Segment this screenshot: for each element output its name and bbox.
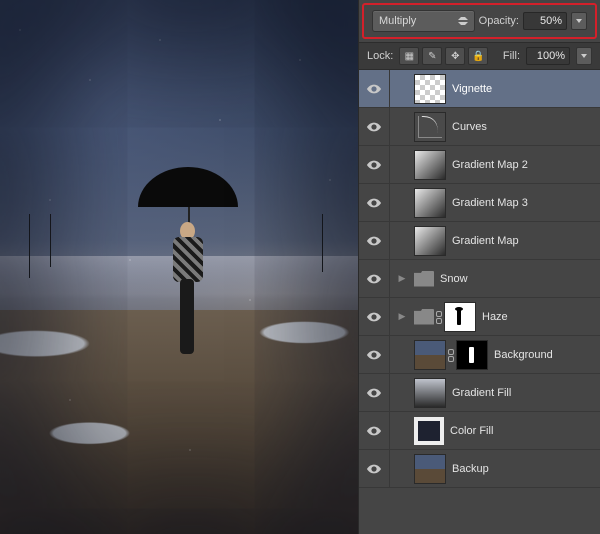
layer-name[interactable]: Background <box>494 349 596 361</box>
visibility-toggle[interactable] <box>359 412 390 449</box>
visibility-toggle[interactable] <box>359 108 390 145</box>
layer-thumb[interactable] <box>414 112 446 142</box>
visibility-toggle[interactable] <box>359 450 390 487</box>
visibility-toggle[interactable] <box>359 222 390 259</box>
layer-thumb[interactable] <box>414 340 446 370</box>
visibility-toggle[interactable] <box>359 146 390 183</box>
layer-row[interactable]: Vignette <box>359 70 600 108</box>
layer-row[interactable]: Gradient Map 3 <box>359 184 600 222</box>
thumb-group <box>414 74 446 104</box>
layer-row[interactable]: ▶ Haze <box>359 298 600 336</box>
folder-icon <box>414 271 434 287</box>
layer-thumb[interactable] <box>414 188 446 218</box>
thumb-group <box>414 340 488 370</box>
opacity-field[interactable]: 50% <box>523 12 567 30</box>
layer-name[interactable]: Curves <box>452 121 596 133</box>
lock-paint-icon[interactable]: ✎ <box>422 47 442 65</box>
link-icon <box>436 311 442 323</box>
layer-mask-thumb[interactable] <box>444 302 476 332</box>
opacity-flyout[interactable] <box>571 12 587 30</box>
layer-name[interactable]: Gradient Map 3 <box>452 197 596 209</box>
layer-name[interactable]: Gradient Map <box>452 235 596 247</box>
link-icon <box>448 349 454 361</box>
thumb-group <box>414 378 446 408</box>
blend-opacity-row: Multiply Opacity: 50% <box>362 3 597 39</box>
layer-name[interactable]: Color Fill <box>450 425 596 437</box>
layer-row[interactable]: Gradient Map 2 <box>359 146 600 184</box>
layer-thumb[interactable] <box>414 150 446 180</box>
disclosure-icon[interactable]: ▶ <box>396 273 408 284</box>
visibility-toggle[interactable] <box>359 374 390 411</box>
thumb-group <box>414 112 446 142</box>
document-canvas[interactable] <box>0 0 358 534</box>
layer-name[interactable]: Haze <box>482 311 596 323</box>
stepper-icon <box>458 14 468 28</box>
blend-mode-select[interactable]: Multiply <box>372 10 475 32</box>
thumb-group <box>414 188 446 218</box>
layer-name[interactable]: Gradient Map 2 <box>452 159 596 171</box>
layers-list: Vignette Curves Gradient Map 2 Gradient Map… <box>359 70 600 534</box>
layer-row[interactable]: Curves <box>359 108 600 146</box>
lock-position-icon[interactable]: ✥ <box>445 47 465 65</box>
layer-row[interactable]: Color Fill <box>359 412 600 450</box>
layer-name[interactable]: Vignette <box>452 83 596 95</box>
folder-icon <box>414 309 434 325</box>
layer-name[interactable]: Gradient Fill <box>452 387 596 399</box>
blend-mode-value: Multiply <box>379 15 416 27</box>
visibility-toggle[interactable] <box>359 260 390 297</box>
thumb-group <box>414 454 446 484</box>
layer-thumb[interactable] <box>414 417 444 445</box>
visibility-toggle[interactable] <box>359 184 390 221</box>
vignette-overlay <box>0 0 358 534</box>
thumb-group <box>414 226 446 256</box>
fill-field[interactable]: 100% <box>526 47 570 65</box>
visibility-toggle[interactable] <box>359 336 390 373</box>
lock-label: Lock: <box>367 50 393 62</box>
thumb-group <box>414 417 444 445</box>
layer-row[interactable]: Backup <box>359 450 600 488</box>
layer-mask-thumb[interactable] <box>456 340 488 370</box>
layer-thumb[interactable] <box>414 454 446 484</box>
layer-name[interactable]: Backup <box>452 463 596 475</box>
visibility-toggle[interactable] <box>359 70 390 107</box>
layer-row[interactable]: Gradient Fill <box>359 374 600 412</box>
disclosure-icon[interactable]: ▶ <box>396 311 408 322</box>
thumb-group <box>414 302 476 332</box>
layer-thumb[interactable] <box>414 378 446 408</box>
lock-transparency-icon[interactable]: ▦ <box>399 47 419 65</box>
thumb-group <box>414 150 446 180</box>
layers-panel: Multiply Opacity: 50% Lock: ▦ ✎ ✥ 🔒 Fill… <box>358 0 600 534</box>
layer-thumb[interactable] <box>414 74 446 104</box>
layer-thumb[interactable] <box>414 226 446 256</box>
opacity-label: Opacity: <box>479 15 519 27</box>
thumb-group <box>414 271 434 287</box>
visibility-toggle[interactable] <box>359 298 390 335</box>
lock-all-icon[interactable]: 🔒 <box>468 47 488 65</box>
layer-name[interactable]: Snow <box>440 273 596 285</box>
lock-icons: ▦ ✎ ✥ 🔒 <box>399 47 488 65</box>
layer-row[interactable]: Gradient Map <box>359 222 600 260</box>
layer-row[interactable]: ▶ Snow <box>359 260 600 298</box>
fill-flyout[interactable] <box>576 47 592 65</box>
layer-row[interactable]: Background <box>359 336 600 374</box>
lock-row: Lock: ▦ ✎ ✥ 🔒 Fill: 100% <box>359 42 600 70</box>
fill-label: Fill: <box>503 50 520 62</box>
